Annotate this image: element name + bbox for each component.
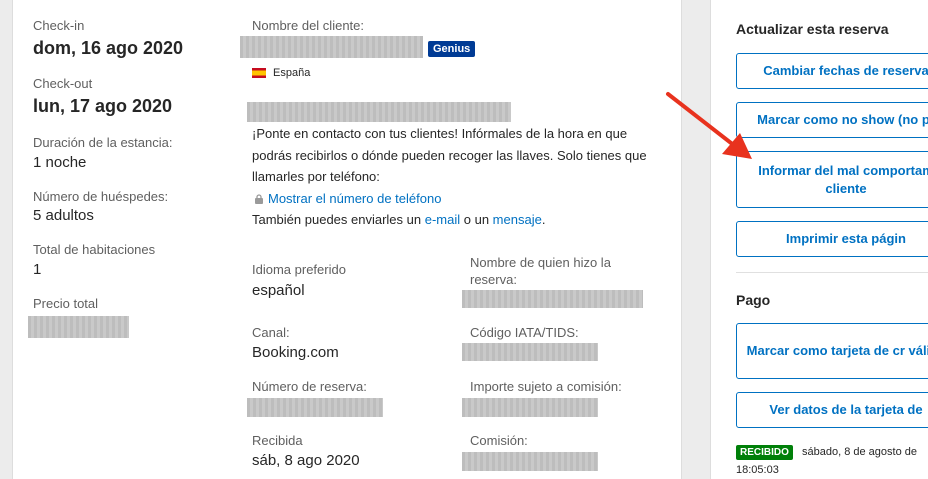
channel-label: Canal: xyxy=(252,325,290,340)
send-middle-text: o un xyxy=(460,212,493,227)
guests-label: Número de huéspedes: xyxy=(33,189,169,204)
checkin-label: Check-in xyxy=(33,18,85,33)
mark-card-invalid-button[interactable]: Marcar como tarjeta de cr válida xyxy=(736,323,928,379)
duration-label: Duración de la estancia: xyxy=(33,135,173,150)
iata-label: Código IATA/TIDS: xyxy=(470,325,579,340)
language-label: Idioma preferido xyxy=(252,262,346,277)
commission-amount-label: Importe sujeto a comisión: xyxy=(470,379,622,394)
received-value: sáb, 8 ago 2020 xyxy=(252,452,360,469)
guest-country: España xyxy=(273,67,311,79)
report-guest-misconduct-button[interactable]: Informar del mal comportam cliente xyxy=(736,151,928,208)
contact-paragraph: ¡Ponte en contacto con tus clientes! Inf… xyxy=(252,126,647,184)
guests-value: 5 adultos xyxy=(33,207,94,224)
send-message-line: También puedes enviarles un e-mail o un … xyxy=(252,209,545,231)
email-link[interactable]: e-mail xyxy=(425,212,460,227)
checkout-value: lun, 17 ago 2020 xyxy=(33,96,173,116)
received-time-text: 18:05:03 xyxy=(736,464,779,476)
genius-badge: Genius xyxy=(428,41,476,57)
change-dates-button[interactable]: Cambiar fechas de reserva xyxy=(736,53,928,89)
received-label: Recibida xyxy=(252,433,303,448)
checkout-label: Check-out xyxy=(33,76,93,91)
iata-redacted xyxy=(462,343,598,361)
guest-name-redacted xyxy=(240,36,423,58)
view-card-details-button[interactable]: Ver datos de la tarjeta de xyxy=(736,392,928,428)
booking-number-label: Número de reserva: xyxy=(252,379,367,394)
guest-name-label: Nombre del cliente: xyxy=(252,18,364,33)
booking-number-redacted xyxy=(247,398,383,417)
language-value: español xyxy=(252,282,305,299)
mark-no-show-button[interactable]: Marcar como no show (no pr xyxy=(736,102,928,138)
sidebar-divider xyxy=(736,272,928,273)
print-booking-button[interactable]: Imprimir esta págin xyxy=(736,221,928,257)
duration-value: 1 noche xyxy=(33,154,87,171)
show-phone-link[interactable]: Mostrar el número de teléfono xyxy=(268,188,441,210)
rooms-label: Total de habitaciones xyxy=(33,242,156,257)
received-date-text: sábado, 8 de agosto de xyxy=(802,446,917,458)
price-label: Precio total xyxy=(33,296,99,311)
commission-redacted xyxy=(462,452,598,471)
price-redacted xyxy=(28,316,129,338)
send-suffix-text: . xyxy=(541,212,546,227)
red-arrow-icon xyxy=(666,92,752,159)
lock-icon xyxy=(254,191,264,204)
commission-amount-redacted xyxy=(462,398,598,417)
checkin-value: dom, 16 ago 2020 xyxy=(33,38,184,58)
booker-name-redacted xyxy=(462,290,643,308)
received-status-badge: RECIBIDO xyxy=(736,445,793,460)
update-section-title: Actualizar esta reserva xyxy=(736,21,889,37)
send-prefix-text: También puedes enviarles un xyxy=(252,212,425,227)
commission-label: Comisión: xyxy=(470,433,528,448)
channel-value: Booking.com xyxy=(252,344,339,361)
payment-section-title: Pago xyxy=(736,292,771,308)
booker-name-label: Nombre de quien hizo la reserva: xyxy=(470,255,611,287)
spain-flag-icon xyxy=(252,68,266,78)
rooms-value: 1 xyxy=(33,261,42,278)
message-link[interactable]: mensaje xyxy=(493,212,542,227)
guest-email-redacted xyxy=(247,102,511,122)
